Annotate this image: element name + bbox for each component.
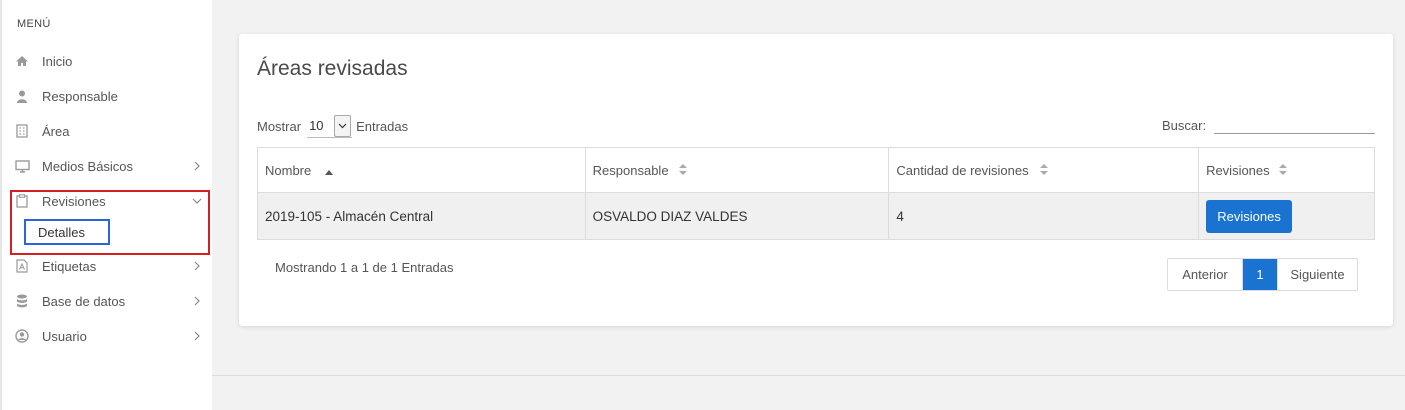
database-icon [14, 293, 30, 309]
cell-nombre: 2019-105 - Almacén Central [257, 192, 586, 240]
cell-responsable: OSVALDO DIAZ VALDES [584, 192, 890, 240]
search-input[interactable] [1214, 116, 1375, 134]
monitor-icon [14, 158, 30, 174]
sidebar-item-responsable[interactable]: Responsable [12, 82, 208, 110]
pdf-file-icon [14, 258, 30, 274]
cell-cantidad: 4 [888, 192, 1200, 240]
page-title: Áreas revisadas [257, 57, 408, 80]
column-header-cantidad[interactable]: Cantidad de revisiones [888, 147, 1200, 193]
table-info: Mostrando 1 a 1 de 1 Entradas [275, 260, 454, 275]
sidebar-item-label: Etiquetas [42, 258, 97, 274]
user-circle-icon [14, 328, 30, 344]
length-suffix-label: Entradas [356, 118, 409, 134]
revisiones-button[interactable]: Revisiones [1206, 199, 1293, 233]
chevron-right-icon [190, 329, 204, 343]
length-value: 10 [309, 118, 324, 133]
entries-length-control: Mostrar 10 Entradas [257, 114, 408, 138]
sidebar-item-label: Área [42, 123, 70, 139]
sidebar-item-area[interactable]: Área [12, 117, 208, 145]
sidebar-item-label: Responsable [42, 88, 118, 104]
chevron-right-icon [190, 294, 204, 308]
pagination: Anterior 1 Siguiente [1167, 258, 1358, 291]
sidebar-item-medios-basicos[interactable]: Medios Básicos [12, 152, 208, 180]
sidebar-item-inicio[interactable]: Inicio [12, 47, 208, 75]
areas-table: Nombre Responsable Cantidad de revisione… [257, 147, 1375, 240]
column-header-revisiones[interactable]: Revisiones [1198, 147, 1375, 193]
entries-length-select[interactable]: 10 [307, 114, 353, 138]
building-icon [14, 123, 30, 139]
pagination-page-1[interactable]: 1 [1243, 259, 1277, 290]
areas-card: Áreas revisadas Mostrar 10 Entradas Busc… [239, 34, 1393, 326]
chevron-down-icon [334, 114, 352, 137]
chevron-right-icon [190, 259, 204, 273]
sidebar-item-label: Base de datos [42, 293, 126, 309]
sidebar-item-base-de-datos[interactable]: Base de datos [12, 287, 208, 315]
sort-both-icon [678, 163, 687, 178]
sidebar-subitem-detalles[interactable]: Detalles [24, 219, 110, 245]
table-header-row: Nombre Responsable Cantidad de revisione… [257, 147, 1375, 193]
pagination-previous-button[interactable]: Anterior [1168, 259, 1243, 290]
length-prefix-label: Mostrar [257, 118, 302, 134]
sort-asc-icon [325, 164, 333, 179]
sidebar-item-label: Usuario [42, 328, 87, 344]
sidebar-item-label: Medios Básicos [42, 158, 134, 174]
footer-divider [212, 375, 1405, 376]
search-label: Buscar: [1162, 118, 1207, 133]
column-header-responsable[interactable]: Responsable [584, 147, 890, 193]
menu-heading: MENÚ [17, 18, 51, 30]
home-icon [14, 53, 30, 69]
cell-action: Revisiones [1198, 192, 1375, 240]
sort-both-icon [1040, 163, 1049, 178]
table-row: 2019-105 - Almacén Central OSVALDO DIAZ … [257, 192, 1375, 240]
sidebar: MENÚ Inicio Responsable Área Medios Bási… [0, 0, 212, 410]
sidebar-item-etiquetas[interactable]: Etiquetas [12, 252, 208, 280]
pagination-next-button[interactable]: Siguiente [1277, 259, 1357, 290]
chevron-right-icon [190, 159, 204, 173]
user-icon [14, 88, 30, 104]
sort-both-icon [1279, 163, 1288, 178]
sidebar-item-label: Inicio [42, 53, 73, 69]
column-header-nombre[interactable]: Nombre [257, 147, 586, 193]
sidebar-item-usuario[interactable]: Usuario [12, 322, 208, 350]
